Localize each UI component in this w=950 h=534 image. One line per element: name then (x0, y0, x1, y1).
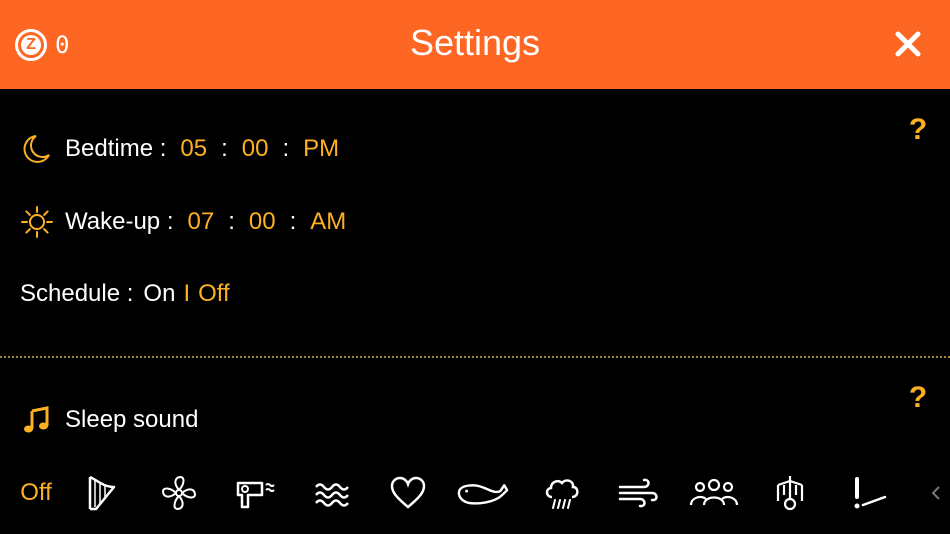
time-separator: : (221, 135, 228, 162)
wakeup-row: Wake-up : 07 : 00 : AM (20, 202, 346, 242)
moon-icon (20, 132, 54, 166)
wakeup-ampm[interactable]: AM (310, 208, 346, 236)
speaker-icon (931, 486, 940, 500)
section-divider (0, 356, 950, 358)
header-bar: Z 0 Settings (0, 0, 950, 89)
heart-icon (390, 476, 426, 509)
sound-hair-dryer[interactable] (229, 468, 283, 518)
wakeup-hour[interactable]: 07 (187, 208, 214, 236)
schedule-label: Schedule : (20, 280, 134, 307)
hair-dryer-icon (236, 481, 275, 509)
metronome-icon (854, 477, 887, 509)
time-separator: : (282, 135, 290, 162)
crowd-icon (689, 478, 739, 506)
sound-heartbeat[interactable] (381, 468, 435, 518)
sound-crowd[interactable] (687, 468, 741, 518)
sound-waves[interactable] (305, 468, 359, 518)
rain-icon (545, 479, 579, 509)
wakeup-minute[interactable]: 00 (249, 208, 276, 236)
bedtime-label: Bedtime : (65, 135, 167, 162)
close-button[interactable] (890, 26, 926, 62)
waves-icon (315, 483, 349, 507)
sound-fan[interactable] (152, 468, 206, 518)
schedule-on-toggle[interactable]: On (143, 280, 175, 308)
whale-icon (457, 484, 509, 505)
sound-harp[interactable] (75, 468, 129, 518)
wakeup-label: Wake-up : (65, 208, 174, 235)
sleep-sound-help-button[interactable]: ? (906, 381, 930, 415)
schedule-help-button[interactable]: ? (906, 113, 930, 147)
sun-icon (20, 205, 54, 239)
time-separator: : (289, 208, 297, 235)
toggle-divider: I (183, 280, 191, 307)
sound-wind[interactable] (611, 468, 665, 518)
mobile-icon (776, 476, 804, 511)
time-separator: : (228, 208, 235, 235)
schedule-row: Schedule : On I Off (20, 274, 230, 314)
bedtime-hour[interactable]: 05 (180, 135, 207, 163)
bedtime-row: Bedtime : 05 : 00 : PM (20, 129, 339, 169)
sleep-sound-label: Sleep sound (65, 406, 199, 433)
sound-whale[interactable] (456, 468, 510, 518)
harp-icon (88, 475, 116, 511)
bedtime-ampm[interactable]: PM (303, 135, 339, 163)
sound-metronome[interactable] (840, 468, 894, 518)
sound-rain[interactable] (535, 468, 589, 518)
bedtime-minute[interactable]: 00 (242, 135, 269, 163)
fan-icon (161, 475, 197, 511)
sound-selector: Off (0, 468, 950, 518)
music-note-icon (20, 403, 54, 437)
sound-speaker[interactable] (912, 468, 950, 518)
sound-off-option[interactable]: Off (9, 468, 63, 518)
sound-mobile[interactable] (763, 468, 817, 518)
schedule-off-toggle[interactable]: Off (198, 280, 230, 308)
sleep-sound-row: Sleep sound (20, 400, 198, 440)
page-title: Settings (409, 22, 541, 63)
wind-icon (618, 478, 658, 508)
close-icon (895, 31, 921, 57)
